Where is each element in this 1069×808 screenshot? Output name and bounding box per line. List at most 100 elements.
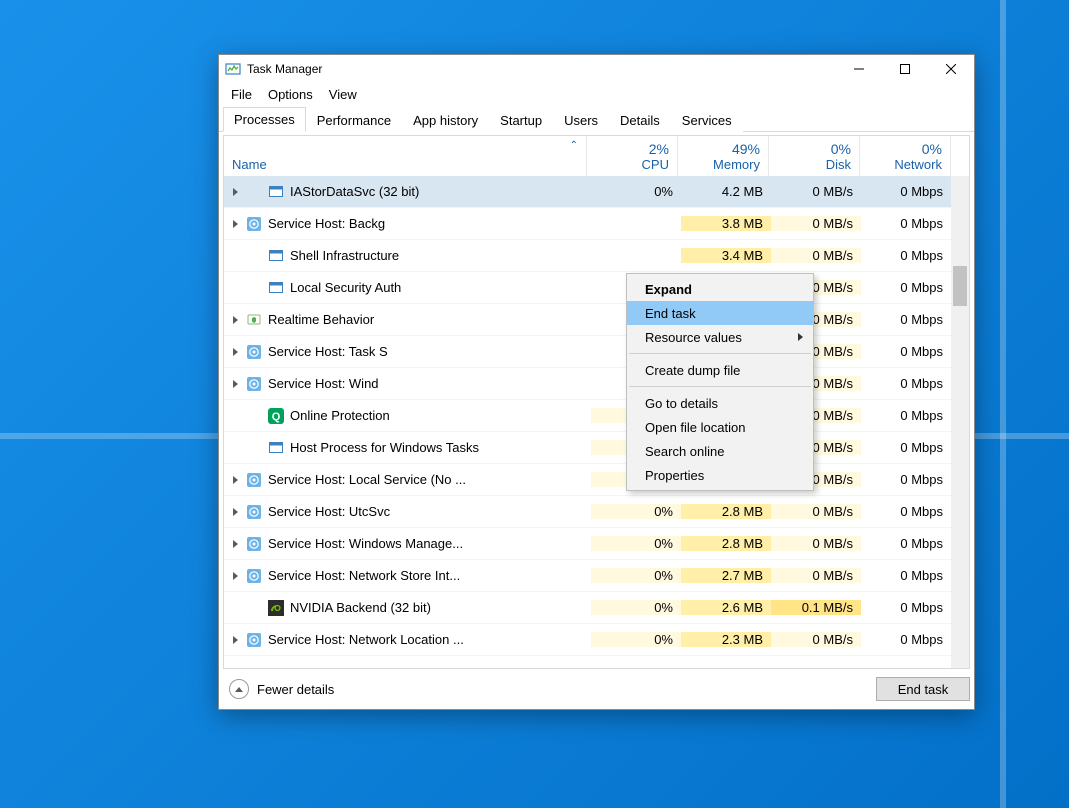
- context-menu-item-resource-values[interactable]: Resource values: [627, 325, 813, 349]
- table-row[interactable]: Service Host: Network Store Int...0%2.7 …: [224, 560, 951, 592]
- table-row[interactable]: Shell Infrastructure3.4 MB0 MB/s0 Mbps: [224, 240, 951, 272]
- process-name-label: Service Host: Network Store Int...: [268, 568, 460, 583]
- expand-chevron-icon[interactable]: [224, 313, 246, 327]
- table-row[interactable]: Service Host: Windows Manage...0%2.8 MB0…: [224, 528, 951, 560]
- fewer-details-toggle[interactable]: Fewer details: [223, 679, 334, 699]
- expand-chevron-icon[interactable]: [224, 569, 246, 583]
- menu-file[interactable]: File: [223, 85, 260, 104]
- service-icon: [246, 472, 262, 488]
- process-name-label: Online Protection: [290, 408, 390, 423]
- context-menu-item-properties[interactable]: Properties: [627, 463, 813, 487]
- table-row[interactable]: Realtime Behavior 3.3 MB0 MB/s0 Mbps: [224, 304, 951, 336]
- service-icon: [246, 216, 262, 232]
- scrollbar-thumb[interactable]: [953, 266, 967, 306]
- expand-chevron-icon[interactable]: [224, 633, 246, 647]
- menu-view[interactable]: View: [321, 85, 365, 104]
- service-icon: [246, 568, 262, 584]
- memory-cell: 2.6 MB: [681, 600, 771, 615]
- context-menu-item-go-to-details[interactable]: Go to details: [627, 391, 813, 415]
- expand-chevron-icon[interactable]: [224, 505, 246, 519]
- context-menu-item-open-file-location[interactable]: Open file location: [627, 415, 813, 439]
- context-menu-item-expand[interactable]: Expand: [627, 277, 813, 301]
- expand-chevron-icon[interactable]: [224, 185, 246, 199]
- process-name-label: Shell Infrastructure: [290, 248, 399, 263]
- process-name-cell: NVIDIA Backend (32 bit): [246, 600, 591, 616]
- process-name-label: IAStorDataSvc (32 bit): [290, 184, 419, 199]
- table-row[interactable]: Service Host: Wind3.1 MB0 MB/s0 Mbps: [224, 368, 951, 400]
- close-button[interactable]: [928, 55, 974, 83]
- column-header-cpu[interactable]: 2%CPU: [587, 136, 678, 176]
- disk-cell: 0 MB/s: [771, 568, 861, 583]
- app-icon: [268, 440, 284, 456]
- context-menu-item-end-task[interactable]: End task: [627, 301, 813, 325]
- minimize-button[interactable]: [836, 55, 882, 83]
- expand-chevron-icon[interactable]: [224, 377, 246, 391]
- table-row[interactable]: Service Host: UtcSvc0%2.8 MB0 MB/s0 Mbps: [224, 496, 951, 528]
- tab-processes[interactable]: Processes: [223, 107, 306, 132]
- table-row[interactable]: Service Host: Local Service (No ...0%3.0…: [224, 464, 951, 496]
- expand-chevron-icon[interactable]: [224, 345, 246, 359]
- column-header-name[interactable]: Name ⌃: [224, 136, 587, 176]
- memory-cell: 4.2 MB: [681, 184, 771, 199]
- service-icon: [246, 632, 262, 648]
- vertical-scrollbar[interactable]: [951, 176, 969, 668]
- network-cell: 0 Mbps: [861, 216, 951, 231]
- network-cell: 0 Mbps: [861, 600, 951, 615]
- context-menu-item-search-online[interactable]: Search online: [627, 439, 813, 463]
- table-row[interactable]: NVIDIA Backend (32 bit)0%2.6 MB0.1 MB/s0…: [224, 592, 951, 624]
- table-row[interactable]: IAStorDataSvc (32 bit)0%4.2 MB0 MB/s0 Mb…: [224, 176, 951, 208]
- tab-details[interactable]: Details: [609, 108, 671, 132]
- tab-performance[interactable]: Performance: [306, 108, 402, 132]
- network-cell: 0 Mbps: [861, 280, 951, 295]
- context-menu-item-create-dump-file[interactable]: Create dump file: [627, 358, 813, 382]
- task-manager-window: Task Manager FileOptionsView ProcessesPe…: [218, 54, 975, 710]
- cpu-cell: 0%: [591, 632, 681, 647]
- process-name-label: Service Host: Task S: [268, 344, 388, 359]
- app-icon: [268, 280, 284, 296]
- disk-cell: 0 MB/s: [771, 504, 861, 519]
- process-name-cell: Realtime Behavior: [246, 312, 591, 328]
- memory-cell: 2.8 MB: [681, 536, 771, 551]
- expand-chevron-icon[interactable]: [224, 473, 246, 487]
- process-name-cell: Service Host: UtcSvc: [246, 504, 591, 520]
- process-name-cell: Service Host: Windows Manage...: [246, 536, 591, 552]
- network-cell: 0 Mbps: [861, 568, 951, 583]
- expand-chevron-icon[interactable]: [224, 217, 246, 231]
- shield-icon: [246, 312, 262, 328]
- tab-users[interactable]: Users: [553, 108, 609, 132]
- tab-services[interactable]: Services: [671, 108, 743, 132]
- network-cell: 0 Mbps: [861, 248, 951, 263]
- svg-text:Q: Q: [272, 411, 281, 423]
- column-header-disk[interactable]: 0%Disk: [769, 136, 860, 176]
- memory-cell: 3.8 MB: [681, 216, 771, 231]
- table-row[interactable]: Service Host: Task S3.3 MB0 MB/s0 Mbps: [224, 336, 951, 368]
- footer-bar: Fewer details End task: [223, 673, 970, 705]
- column-name-label: Name: [232, 157, 267, 172]
- tab-startup[interactable]: Startup: [489, 108, 553, 132]
- maximize-button[interactable]: [882, 55, 928, 83]
- disk-cell: 0 MB/s: [771, 184, 861, 199]
- table-row[interactable]: Service Host: Network Location ...0%2.3 …: [224, 624, 951, 656]
- nvidia-icon: [268, 600, 284, 616]
- column-header-network[interactable]: 0%Network: [860, 136, 951, 176]
- tab-app-history[interactable]: App history: [402, 108, 489, 132]
- end-task-button[interactable]: End task: [876, 677, 970, 701]
- table-row[interactable]: QOnline Protection0%3.0 MB0 MB/s0 Mbps: [224, 400, 951, 432]
- network-cell: 0 Mbps: [861, 632, 951, 647]
- table-row[interactable]: Host Process for Windows Tasks0%3.0 MB0 …: [224, 432, 951, 464]
- title-bar[interactable]: Task Manager: [219, 55, 974, 83]
- menu-bar: FileOptionsView: [219, 83, 974, 105]
- service-icon: [246, 536, 262, 552]
- process-name-label: Host Process for Windows Tasks: [290, 440, 479, 455]
- disk-cell: 0 MB/s: [771, 248, 861, 263]
- process-list-body[interactable]: IAStorDataSvc (32 bit)0%4.2 MB0 MB/s0 Mb…: [224, 176, 951, 668]
- service-icon: [246, 344, 262, 360]
- disk-cell: 0 MB/s: [771, 216, 861, 231]
- table-row[interactable]: Service Host: Backg3.8 MB0 MB/s0 Mbps: [224, 208, 951, 240]
- fewer-details-label: Fewer details: [257, 682, 334, 697]
- expand-chevron-icon[interactable]: [224, 537, 246, 551]
- column-header-memory[interactable]: 49%Memory: [678, 136, 769, 176]
- menu-options[interactable]: Options: [260, 85, 321, 104]
- app-icon: [268, 248, 284, 264]
- table-row[interactable]: Local Security Auth3.4 MB0 MB/s0 Mbps: [224, 272, 951, 304]
